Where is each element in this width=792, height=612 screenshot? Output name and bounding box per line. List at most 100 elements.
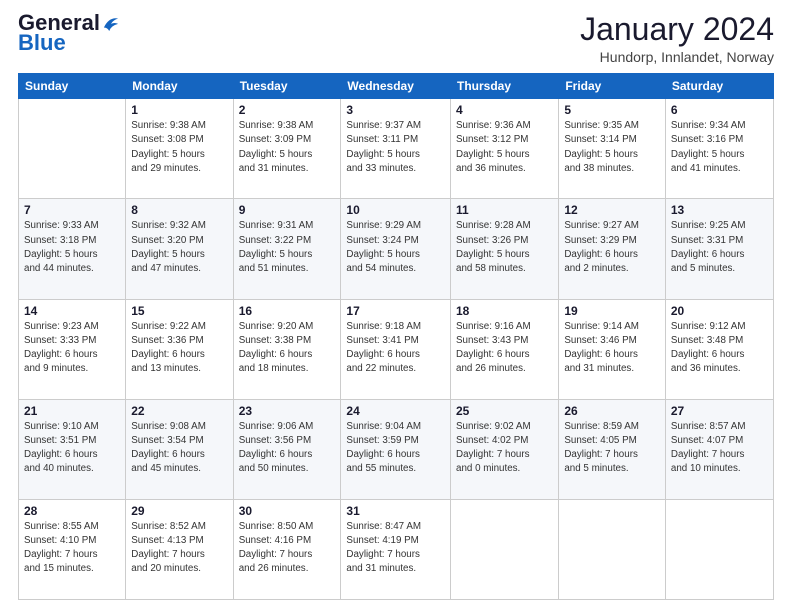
day-info: Sunrise: 9:08 AMSunset: 3:54 PMDaylight:… — [131, 420, 227, 477]
day-number: 16 — [239, 304, 336, 318]
day-info: Sunrise: 9:29 AMSunset: 3:24 PMDaylight:… — [346, 219, 445, 276]
weekday-header-sunday: Sunday — [19, 74, 126, 99]
day-number: 10 — [346, 203, 445, 217]
day-info: Sunrise: 9:36 AMSunset: 3:12 PMDaylight:… — [456, 119, 553, 176]
day-info: Sunrise: 8:55 AMSunset: 4:10 PMDaylight:… — [24, 520, 120, 577]
day-info: Sunrise: 9:23 AMSunset: 3:33 PMDaylight:… — [24, 320, 120, 377]
logo: General Blue — [18, 12, 120, 56]
calendar-cell: 6 Sunrise: 9:34 AMSunset: 3:16 PMDaylight… — [665, 99, 773, 199]
calendar-cell: 16 Sunrise: 9:20 AMSunset: 3:38 PMDayligh… — [233, 299, 341, 399]
day-number: 14 — [24, 304, 120, 318]
day-number: 4 — [456, 103, 553, 117]
day-number: 19 — [564, 304, 660, 318]
calendar-cell: 4 Sunrise: 9:36 AMSunset: 3:12 PMDaylight… — [451, 99, 559, 199]
day-number: 29 — [131, 504, 227, 518]
weekday-header-saturday: Saturday — [665, 74, 773, 99]
calendar-cell: 22 Sunrise: 9:08 AMSunset: 3:54 PMDayligh… — [126, 399, 233, 499]
calendar-cell: 31Sunrise: 8:47 AMSunset: 4:19 PMDayligh… — [341, 499, 451, 599]
day-number: 11 — [456, 203, 553, 217]
day-info: Sunrise: 9:06 AMSunset: 3:56 PMDaylight:… — [239, 420, 336, 477]
day-number: 7 — [24, 203, 120, 217]
day-number: 6 — [671, 103, 768, 117]
day-info: Sunrise: 9:38 AMSunset: 3:08 PMDaylight:… — [131, 119, 227, 176]
day-info: Sunrise: 8:50 AMSunset: 4:16 PMDaylight:… — [239, 520, 336, 577]
calendar-cell — [559, 499, 666, 599]
calendar-cell: 12 Sunrise: 9:27 AMSunset: 3:29 PMDayligh… — [559, 199, 666, 299]
day-info: Sunrise: 9:16 AMSunset: 3:43 PMDaylight:… — [456, 320, 553, 377]
day-info: Sunrise: 9:28 AMSunset: 3:26 PMDaylight:… — [456, 219, 553, 276]
calendar-cell: 17 Sunrise: 9:18 AMSunset: 3:41 PMDayligh… — [341, 299, 451, 399]
calendar-cell — [451, 499, 559, 599]
month-title: January 2024 — [580, 12, 774, 47]
day-info: Sunrise: 9:18 AMSunset: 3:41 PMDaylight:… — [346, 320, 445, 377]
weekday-header-monday: Monday — [126, 74, 233, 99]
day-info: Sunrise: 9:10 AMSunset: 3:51 PMDaylight:… — [24, 420, 120, 477]
header: General Blue January 2024 Hundorp, Innla… — [18, 12, 774, 65]
calendar-cell: 7 Sunrise: 9:33 AMSunset: 3:18 PMDaylight… — [19, 199, 126, 299]
calendar-cell: 18Sunrise: 9:16 AMSunset: 3:43 PMDayligh… — [451, 299, 559, 399]
calendar-cell: 1 Sunrise: 9:38 AMSunset: 3:08 PMDaylight… — [126, 99, 233, 199]
calendar-cell: 25 Sunrise: 9:02 AMSunset: 4:02 PMDayligh… — [451, 399, 559, 499]
calendar-cell: 13 Sunrise: 9:25 AMSunset: 3:31 PMDayligh… — [665, 199, 773, 299]
calendar-cell: 15 Sunrise: 9:22 AMSunset: 3:36 PMDayligh… — [126, 299, 233, 399]
day-info: Sunrise: 9:02 AMSunset: 4:02 PMDaylight:… — [456, 420, 553, 477]
calendar-cell: 30 Sunrise: 8:50 AMSunset: 4:16 PMDayligh… — [233, 499, 341, 599]
calendar-cell: 9Sunrise: 9:31 AMSunset: 3:22 PMDaylight… — [233, 199, 341, 299]
calendar-cell: 14 Sunrise: 9:23 AMSunset: 3:33 PMDayligh… — [19, 299, 126, 399]
calendar-cell: 10 Sunrise: 9:29 AMSunset: 3:24 PMDayligh… — [341, 199, 451, 299]
day-info: Sunrise: 9:22 AMSunset: 3:36 PMDaylight:… — [131, 320, 227, 377]
day-number: 13 — [671, 203, 768, 217]
day-number: 26 — [564, 404, 660, 418]
calendar-week-row-5: 28 Sunrise: 8:55 AMSunset: 4:10 PMDayligh… — [19, 499, 774, 599]
weekday-header-wednesday: Wednesday — [341, 74, 451, 99]
day-number: 1 — [131, 103, 227, 117]
calendar-cell: 29 Sunrise: 8:52 AMSunset: 4:13 PMDayligh… — [126, 499, 233, 599]
day-info: Sunrise: 9:33 AMSunset: 3:18 PMDaylight:… — [24, 219, 120, 276]
calendar-cell — [19, 99, 126, 199]
day-info: Sunrise: 9:04 AMSunset: 3:59 PMDaylight:… — [346, 420, 445, 477]
day-number: 3 — [346, 103, 445, 117]
day-info: Sunrise: 8:52 AMSunset: 4:13 PMDaylight:… — [131, 520, 227, 577]
day-number: 24 — [346, 404, 445, 418]
day-number: 15 — [131, 304, 227, 318]
day-info: Sunrise: 9:27 AMSunset: 3:29 PMDaylight:… — [564, 219, 660, 276]
day-info: Sunrise: 9:12 AMSunset: 3:48 PMDaylight:… — [671, 320, 768, 377]
calendar-cell: 3 Sunrise: 9:37 AMSunset: 3:11 PMDaylight… — [341, 99, 451, 199]
calendar-cell: 24 Sunrise: 9:04 AMSunset: 3:59 PMDayligh… — [341, 399, 451, 499]
logo-bird-icon — [102, 15, 120, 31]
day-number: 5 — [564, 103, 660, 117]
weekday-header-thursday: Thursday — [451, 74, 559, 99]
weekday-header-row: SundayMondayTuesdayWednesdayThursdayFrid… — [19, 74, 774, 99]
day-info: Sunrise: 9:37 AMSunset: 3:11 PMDaylight:… — [346, 119, 445, 176]
day-info: Sunrise: 9:20 AMSunset: 3:38 PMDaylight:… — [239, 320, 336, 377]
day-number: 2 — [239, 103, 336, 117]
calendar-week-row-2: 7 Sunrise: 9:33 AMSunset: 3:18 PMDaylight… — [19, 199, 774, 299]
day-number: 21 — [24, 404, 120, 418]
calendar-table: SundayMondayTuesdayWednesdayThursdayFrid… — [18, 73, 774, 600]
day-info: Sunrise: 9:34 AMSunset: 3:16 PMDaylight:… — [671, 119, 768, 176]
day-info: Sunrise: 9:25 AMSunset: 3:31 PMDaylight:… — [671, 219, 768, 276]
calendar-week-row-4: 21 Sunrise: 9:10 AMSunset: 3:51 PMDayligh… — [19, 399, 774, 499]
day-info: Sunrise: 9:32 AMSunset: 3:20 PMDaylight:… — [131, 219, 227, 276]
day-number: 25 — [456, 404, 553, 418]
calendar-cell: 5 Sunrise: 9:35 AMSunset: 3:14 PMDaylight… — [559, 99, 666, 199]
day-number: 8 — [131, 203, 227, 217]
day-info: Sunrise: 8:59 AMSunset: 4:05 PMDaylight:… — [564, 420, 660, 477]
calendar-cell: 23Sunrise: 9:06 AMSunset: 3:56 PMDayligh… — [233, 399, 341, 499]
day-number: 30 — [239, 504, 336, 518]
day-number: 17 — [346, 304, 445, 318]
logo-blue: Blue — [18, 30, 66, 56]
location-subtitle: Hundorp, Innlandet, Norway — [580, 49, 774, 65]
day-info: Sunrise: 9:14 AMSunset: 3:46 PMDaylight:… — [564, 320, 660, 377]
calendar-cell: 26 Sunrise: 8:59 AMSunset: 4:05 PMDayligh… — [559, 399, 666, 499]
day-info: Sunrise: 9:35 AMSunset: 3:14 PMDaylight:… — [564, 119, 660, 176]
day-info: Sunrise: 8:47 AMSunset: 4:19 PMDaylight:… — [346, 520, 445, 577]
day-number: 12 — [564, 203, 660, 217]
page: General Blue January 2024 Hundorp, Innla… — [0, 0, 792, 612]
day-info: Sunrise: 9:38 AMSunset: 3:09 PMDaylight:… — [239, 119, 336, 176]
day-number: 22 — [131, 404, 227, 418]
day-number: 28 — [24, 504, 120, 518]
calendar-cell: 21 Sunrise: 9:10 AMSunset: 3:51 PMDayligh… — [19, 399, 126, 499]
day-number: 27 — [671, 404, 768, 418]
day-number: 9 — [239, 203, 336, 217]
